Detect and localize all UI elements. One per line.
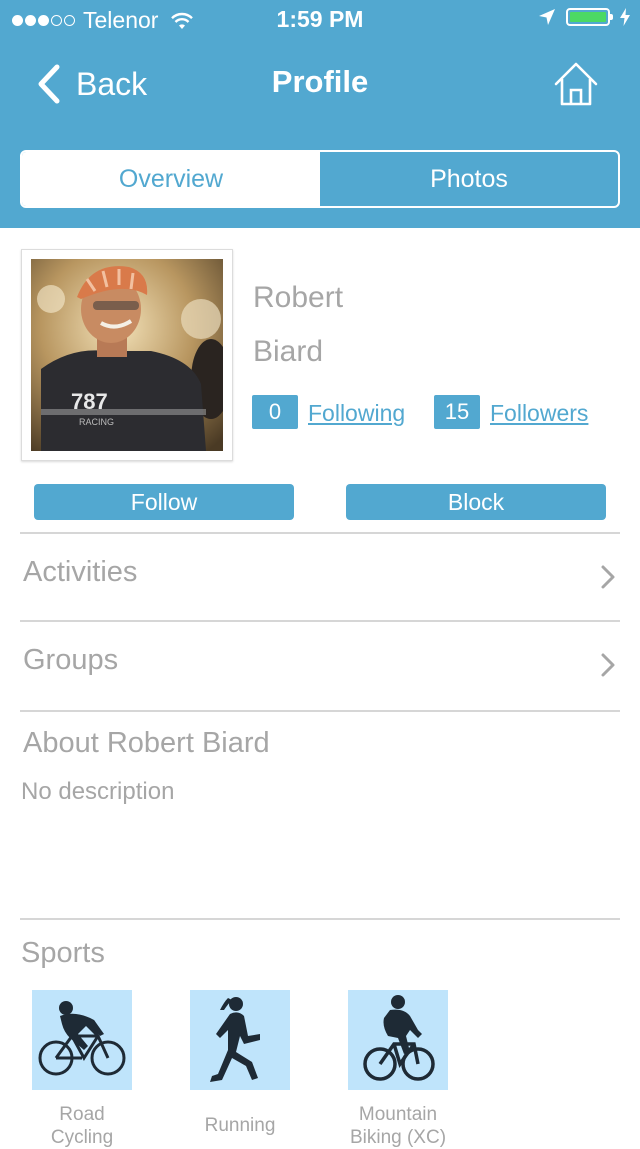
divider xyxy=(20,710,620,712)
about-title: About Robert Biard xyxy=(23,727,270,759)
svg-text:RACING: RACING xyxy=(79,417,114,427)
following-count: 0 xyxy=(252,395,298,429)
groups-label: Groups xyxy=(23,644,119,676)
location-arrow-icon xyxy=(539,9,555,25)
profile-tabs: Overview Photos xyxy=(20,150,620,208)
about-description: No description xyxy=(21,778,175,805)
sport-label-road-cycling: Road Cycling xyxy=(12,1103,152,1149)
navigation-bar: Back Profile xyxy=(0,40,640,128)
chevron-right-icon xyxy=(601,653,615,677)
road-cycling-icon xyxy=(38,1001,126,1076)
profile-photo: 787 RACING xyxy=(31,259,223,451)
sport-label-line1: Road xyxy=(59,1104,105,1125)
following-link[interactable]: Following xyxy=(308,400,405,427)
status-bar: Telenor 1:59 PM xyxy=(0,0,640,40)
follow-button[interactable]: Follow xyxy=(34,484,294,520)
svg-text:787: 787 xyxy=(71,389,108,414)
last-name: Biard xyxy=(253,335,324,368)
sport-label-line1: Mountain xyxy=(358,1104,438,1125)
sport-label-line2: Biking (XC) xyxy=(349,1127,447,1148)
followers-link[interactable]: Followers xyxy=(490,400,588,427)
sport-label-running: Running xyxy=(170,1114,310,1137)
sport-label-mountain-biking: Mountain Biking (XC) xyxy=(328,1103,468,1149)
first-name: Robert xyxy=(253,281,344,314)
sports-title: Sports xyxy=(21,937,105,969)
page-title: Profile xyxy=(271,64,369,99)
tab-overview[interactable]: Overview xyxy=(22,152,320,206)
sport-mountain-biking[interactable] xyxy=(348,990,448,1090)
sport-label-line2: Cycling xyxy=(50,1127,114,1148)
chevron-right-icon xyxy=(601,565,615,589)
followers-count: 15 xyxy=(434,395,480,429)
charging-bolt-icon xyxy=(620,8,630,26)
divider xyxy=(20,918,620,920)
sport-running[interactable] xyxy=(190,990,290,1090)
battery-icon xyxy=(566,8,613,26)
block-button[interactable]: Block xyxy=(346,484,606,520)
running-icon xyxy=(210,997,260,1082)
tab-photos[interactable]: Photos xyxy=(320,152,618,206)
header: Telenor 1:59 PM Back Profile Overview Ph… xyxy=(0,0,640,228)
activities-row[interactable]: Activities xyxy=(0,534,640,622)
home-icon[interactable] xyxy=(552,60,600,108)
sport-label-line1: Running xyxy=(204,1115,276,1136)
sport-road-cycling[interactable] xyxy=(32,990,132,1090)
activities-label: Activities xyxy=(23,556,138,588)
mountain-biking-icon xyxy=(363,995,435,1081)
groups-row[interactable]: Groups xyxy=(0,622,640,710)
avatar[interactable]: 787 RACING xyxy=(21,249,233,461)
